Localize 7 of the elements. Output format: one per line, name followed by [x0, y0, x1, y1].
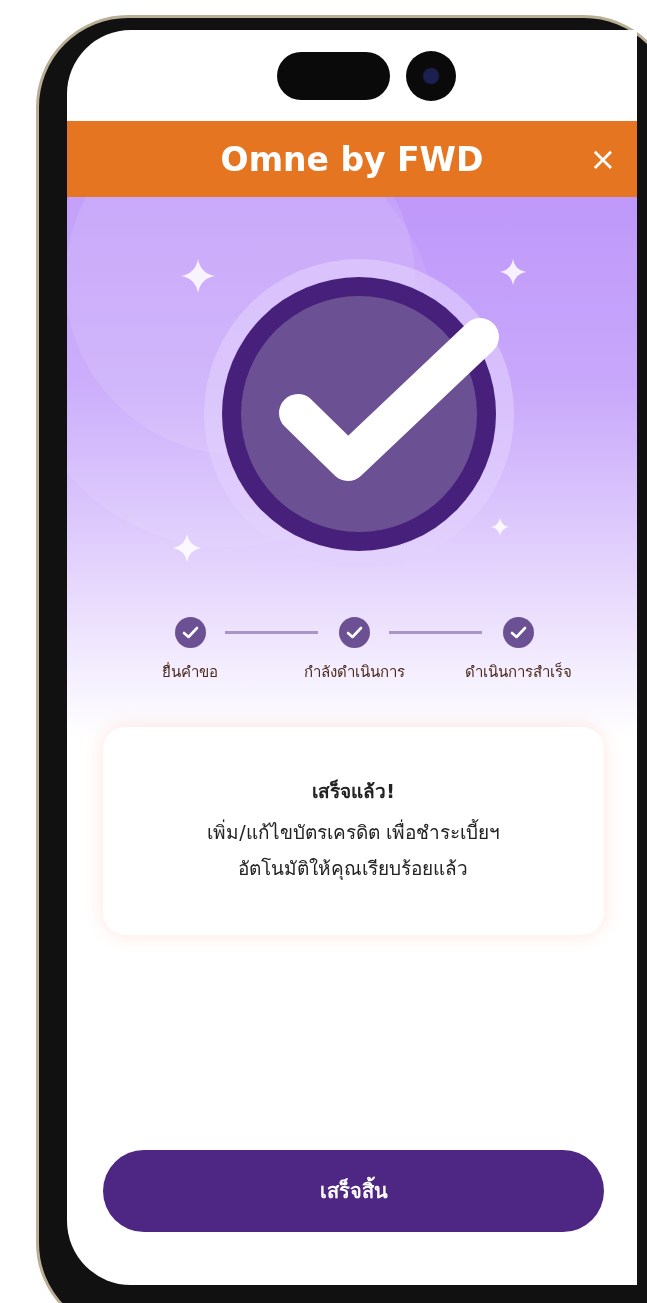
- card-message: เพิ่ม/แก้ไขบัตรเครดิต เพื่อชำระเบี้ยฯ อัตโนมัติให้คุณเรียบร้อยแล้ว: [207, 818, 500, 882]
- step-label: ยื่นคำขอ: [162, 661, 218, 683]
- step-label: กำลังดำเนินการ: [303, 662, 405, 683]
- card-title: เสร็จแล้ว!: [312, 778, 395, 804]
- step-label: ดำเนินการสำเร็จ: [464, 661, 572, 683]
- app-title: Omne by FWD: [220, 139, 484, 179]
- finish-button[interactable]: เสร็จสิ้น: [103, 1150, 604, 1232]
